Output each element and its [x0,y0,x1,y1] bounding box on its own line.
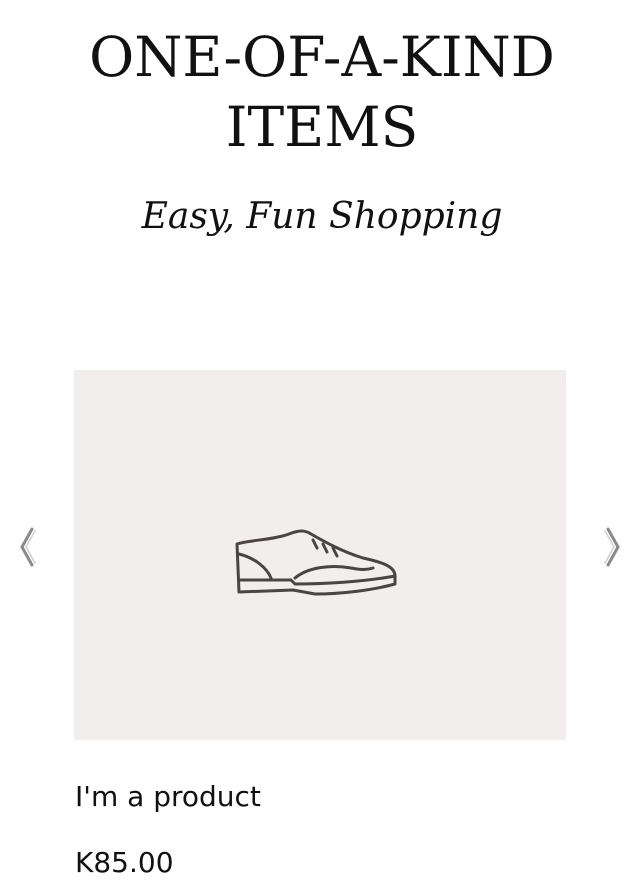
gallery-prev-button[interactable] [16,525,40,569]
shoe-icon [235,529,397,595]
page-subtitle: Easy, Fun Shopping [141,196,503,237]
chevron-right-icon [604,527,620,567]
page-title-line-1: ONE-OF-A-KIND [89,25,555,89]
product-image[interactable] [74,370,566,740]
product-price: K85.00 [75,846,174,879]
product-gallery [0,370,644,740]
product-name[interactable]: I'm a product [75,778,261,816]
page-title-line-2: ITEMS [225,95,419,159]
page-title: ONE-OF-A-KIND ITEMS [0,22,644,162]
gallery-next-button[interactable] [600,525,624,569]
chevron-left-icon [20,527,36,567]
